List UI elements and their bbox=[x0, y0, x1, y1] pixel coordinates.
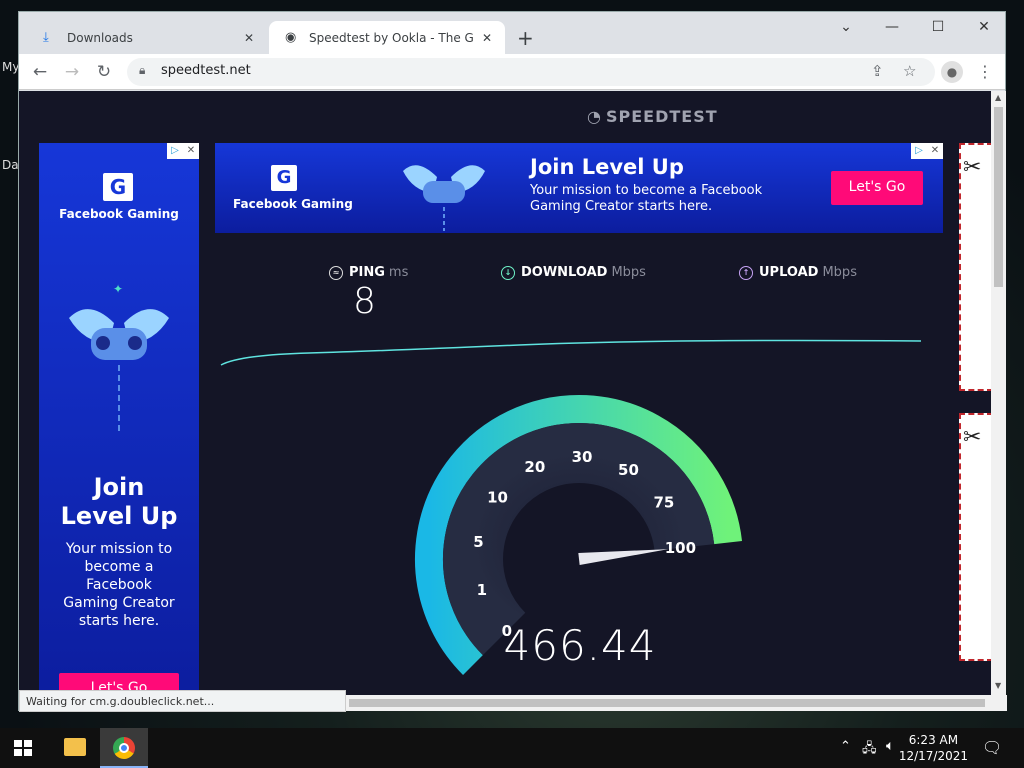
tab-label: Speedtest by Ookla - The Global bbox=[309, 30, 475, 45]
scroll-up-icon[interactable]: ▲ bbox=[995, 93, 1001, 102]
maximize-button[interactable]: ☐ bbox=[915, 12, 961, 42]
ad-body: Your mission to become a Facebook Gaming… bbox=[63, 541, 175, 629]
chrome-icon bbox=[113, 737, 135, 759]
download-arrow-icon: ↓ bbox=[501, 265, 515, 280]
tab-search-icon[interactable]: ⌄ bbox=[823, 12, 869, 42]
gauge-tick-label: 100 bbox=[665, 539, 696, 557]
vertical-scrollbar[interactable]: ▲ ▼ bbox=[991, 91, 1006, 695]
speedtest-logo[interactable]: ◔ SPEEDTEST bbox=[587, 107, 722, 126]
browser-window: ⤓ Downloads ✕ ◉ Speedtest by Ookla - The… bbox=[18, 11, 1007, 712]
url-text[interactable]: speedtest.net bbox=[161, 63, 251, 78]
metric-unit: Mbps bbox=[611, 265, 646, 280]
desktop-icon-label[interactable]: Da bbox=[2, 158, 19, 172]
scissors-icon: ✂ bbox=[963, 155, 982, 180]
profile-avatar-icon[interactable]: ● bbox=[941, 61, 963, 83]
speed-value: 466.44 bbox=[503, 621, 657, 670]
speedtest-page: ◔ SPEEDTEST ▷ ✕ G Facebook Gaming ✦ Join Le… bbox=[19, 91, 991, 695]
new-tab-button[interactable]: + bbox=[517, 26, 534, 50]
scissors-icon: ✂ bbox=[963, 425, 982, 450]
gauge-tick-label: 5 bbox=[473, 533, 483, 551]
taskbar-clock[interactable]: 6:23 AM 12/17/2021 bbox=[899, 732, 968, 764]
bookmark-star-icon[interactable]: ☆ bbox=[903, 62, 916, 80]
download-metric: ↓ DOWNLOAD Mbps bbox=[501, 265, 646, 280]
metric-label: UPLOAD bbox=[759, 265, 819, 280]
notifications-icon[interactable]: 🗨︎ bbox=[982, 738, 1002, 757]
ad-choices-icon[interactable]: ▷ ✕ bbox=[911, 143, 943, 159]
ping-icon: ≈ bbox=[329, 265, 343, 280]
right-coupon-ad[interactable]: ✂ bbox=[959, 413, 991, 661]
speedtest-icon: ◉ bbox=[285, 30, 297, 45]
network-icon[interactable]: 🖧︎ bbox=[862, 739, 877, 761]
lock-icon[interactable]: 🔒︎ bbox=[139, 63, 145, 78]
ad-headline: Join Level Up bbox=[530, 155, 684, 179]
volume-muted-icon[interactable]: 🔈︎ bbox=[886, 738, 894, 754]
reload-button[interactable]: ↻ bbox=[91, 59, 117, 85]
gauge-tick-label: 1 bbox=[477, 581, 487, 599]
menu-icon[interactable]: ⋮ bbox=[977, 62, 993, 81]
chevron-up-icon[interactable]: ⌃ bbox=[840, 739, 851, 754]
minimize-button[interactable]: — bbox=[869, 12, 915, 42]
forward-button[interactable]: → bbox=[59, 59, 85, 85]
tab-downloads[interactable]: ⤓ Downloads ✕ bbox=[27, 21, 267, 54]
scroll-down-icon[interactable]: ▼ bbox=[995, 681, 1001, 690]
gauge-inner-track bbox=[443, 423, 715, 656]
gauge-tick-label: 20 bbox=[524, 458, 545, 476]
gauge-tick-label: 50 bbox=[618, 461, 639, 479]
gauge-tick-label: 30 bbox=[572, 448, 593, 466]
file-explorer-icon[interactable] bbox=[64, 738, 86, 756]
metric-label: PING bbox=[349, 265, 385, 280]
close-tab-icon[interactable]: ✕ bbox=[237, 31, 261, 45]
upload-arrow-icon: ↑ bbox=[739, 265, 753, 280]
ad-headline: Join Level Up bbox=[60, 473, 178, 530]
top-ad-banner[interactable]: ▷ ✕ G Facebook Gaming Join Level Up Your … bbox=[215, 143, 943, 233]
tab-strip: ⤓ Downloads ✕ ◉ Speedtest by Ookla - The… bbox=[19, 12, 1005, 54]
taskbar: ⌃ 🖧︎ 🔈︎ 6:23 AM 12/17/2021 🗨︎ bbox=[0, 728, 1024, 768]
gauge-logo-icon: ◔ bbox=[587, 107, 602, 126]
right-coupon-ad[interactable]: ✂ bbox=[959, 143, 991, 391]
upload-metric: ↑ UPLOAD Mbps bbox=[739, 265, 857, 280]
gauge-tick-label: 10 bbox=[487, 489, 508, 507]
address-bar[interactable]: 🔒︎ speedtest.net ⇪ ☆ bbox=[127, 58, 935, 86]
tab-speedtest[interactable]: ◉ Speedtest by Ookla - The Global ✕ bbox=[269, 21, 505, 54]
close-tab-icon[interactable]: ✕ bbox=[475, 31, 499, 45]
chrome-taskbar-button[interactable] bbox=[100, 728, 148, 768]
ad-brand: Facebook Gaming bbox=[233, 197, 353, 211]
facebook-gaming-logo-icon: G bbox=[103, 173, 133, 201]
back-button[interactable]: ← bbox=[27, 59, 53, 85]
share-icon[interactable]: ⇪ bbox=[871, 62, 884, 80]
browser-toolbar: ← → ↻ 🔒︎ speedtest.net ⇪ ☆ ● ⋮ bbox=[19, 54, 1005, 90]
ad-cta-button[interactable]: Let's Go bbox=[831, 171, 923, 205]
desktop-icon-label[interactable]: My bbox=[2, 60, 19, 74]
facebook-gaming-logo-icon: G bbox=[271, 165, 297, 191]
gauge-tick-label: 75 bbox=[653, 493, 674, 511]
status-bar: Waiting for cm.g.doubleclick.net... bbox=[19, 690, 346, 712]
left-ad-banner[interactable]: ▷ ✕ G Facebook Gaming ✦ Join Level Up Your… bbox=[39, 143, 199, 695]
metric-unit: Mbps bbox=[822, 265, 857, 280]
metric-unit: ms bbox=[388, 265, 409, 280]
gauge-needle bbox=[578, 549, 669, 565]
metric-label: DOWNLOAD bbox=[521, 265, 608, 280]
download-icon: ⤓ bbox=[43, 30, 49, 45]
scrollbar-thumb[interactable] bbox=[994, 107, 1003, 287]
ping-graph-line bbox=[220, 339, 922, 366]
ad-choices-icon[interactable]: ▷ ✕ bbox=[167, 143, 199, 159]
windows-start-icon[interactable] bbox=[14, 740, 32, 756]
svg-text:✦: ✦ bbox=[113, 282, 123, 296]
scrollbar-thumb[interactable] bbox=[349, 699, 985, 707]
winged-controller-icon: ✦ bbox=[69, 282, 169, 433]
close-window-button[interactable]: ✕ bbox=[961, 12, 1007, 42]
ping-metric: ≈ PING ms bbox=[329, 265, 408, 280]
winged-controller-icon bbox=[403, 165, 485, 231]
ad-body: Your mission to become a Facebook Gaming … bbox=[530, 183, 763, 214]
tab-label: Downloads bbox=[67, 30, 133, 45]
ad-brand: Facebook Gaming bbox=[59, 207, 179, 221]
ping-value: 8 bbox=[353, 281, 376, 322]
